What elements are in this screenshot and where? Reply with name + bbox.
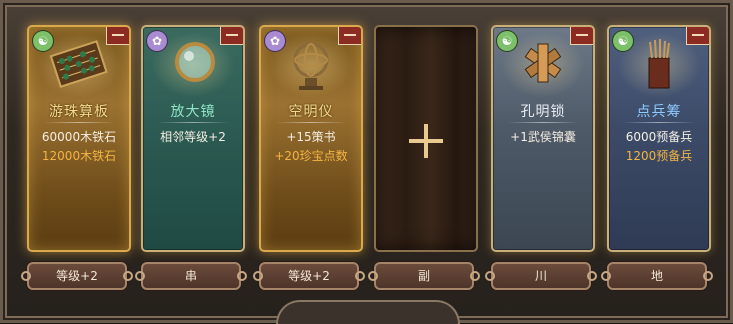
bottom-ornament [276,300,460,324]
item-effect-primary: 6000预备兵 [625,130,693,144]
remove-tag-icon[interactable] [221,27,243,44]
treasure-card-kongming-lock[interactable]: ☯ 孔明锁 +1武侯锦囊 [491,25,595,252]
purple-grade-icon: ✿ [265,31,285,51]
treasure-card-abacus[interactable]: ☯ 游珠算板 60000木铁石 12000木铁石 [27,25,131,252]
item-effect-primary: 相邻等级+2 [160,130,226,144]
divider [275,122,347,123]
green-grade-icon: ☯ [33,31,53,51]
green-grade-icon: ☯ [497,31,517,51]
item-name: 游珠算板 [49,104,109,120]
remove-tag-icon[interactable] [687,27,709,44]
add-plus-icon[interactable] [407,122,445,160]
item-name: 空明仪 [288,104,334,120]
divider [43,122,115,123]
purple-grade-icon: ✿ [147,31,167,51]
green-grade-icon: ☯ [613,31,633,51]
slot-button-2[interactable]: 串 [135,262,247,290]
slot-button-1[interactable]: 等级+2 [21,262,133,290]
divider [623,122,695,123]
remove-tag-icon[interactable] [107,27,129,44]
item-effect-primary: +1武侯锦囊 [510,130,576,144]
slot-button-4[interactable]: 副 [368,262,480,290]
item-effect-secondary: 12000木铁石 [41,149,117,163]
item-name: 孔明锁 [520,104,566,120]
remove-tag-icon[interactable] [339,27,361,44]
item-name: 放大镜 [170,104,216,120]
divider [507,122,579,123]
item-name: 点兵筹 [636,104,682,120]
divider [157,122,229,123]
slot-button-6[interactable]: 地 [601,262,713,290]
remove-tag-icon[interactable] [571,27,593,44]
item-effect-secondary: 1200预备兵 [625,149,693,163]
slot-button-3[interactable]: 等级+2 [253,262,365,290]
slot-button-5[interactable]: 川 [485,262,597,290]
item-effect-secondary: +20珍宝点数 [274,149,348,163]
treasure-card-tally-sticks[interactable]: ☯ 点兵筹 6000预备兵 1200预备兵 [607,25,711,252]
treasure-card-armillary[interactable]: ✿ 空明仪 +15策书 +20珍宝点数 [259,25,363,252]
empty-treasure-slot[interactable] [374,25,478,252]
treasure-card-magnifier[interactable]: ✿ 放大镜 相邻等级+2 [141,25,245,252]
item-effect-primary: +15策书 [286,130,336,144]
item-effect-primary: 60000木铁石 [41,130,117,144]
